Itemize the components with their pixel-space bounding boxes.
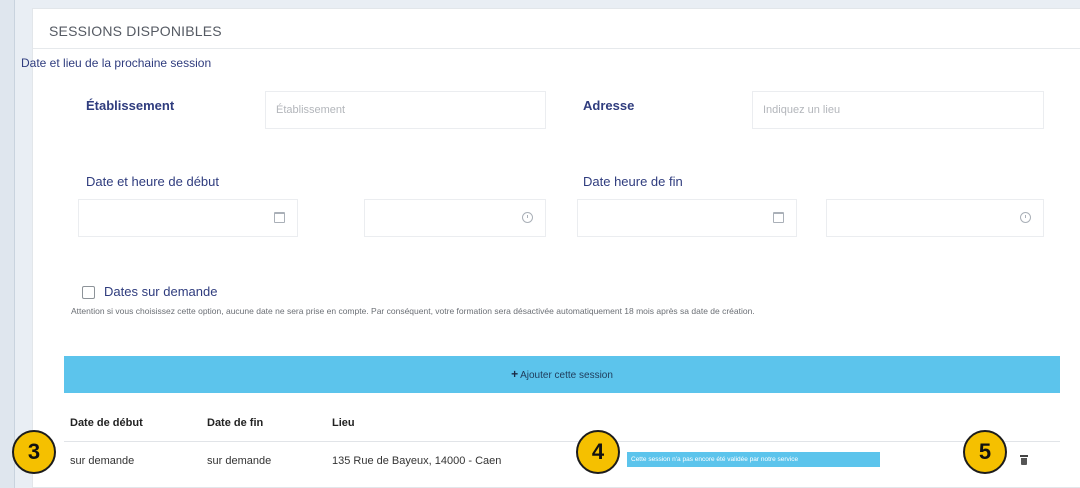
etablissement-label: Établissement [86, 98, 175, 113]
cell-date-debut: sur demande [70, 455, 135, 467]
card-header: SESSIONS DISPONIBLES [33, 9, 1080, 49]
adresse-input[interactable]: Indiquez un lieu [752, 91, 1044, 129]
next-session-subtitle: Date et lieu de la prochaine session [21, 56, 212, 70]
clock-icon[interactable] [1020, 212, 1031, 223]
end-date-input[interactable] [577, 199, 797, 237]
left-panel-divider [14, 0, 15, 488]
cell-lieu: 135 Rue de Bayeux, 14000 - Caen [332, 455, 502, 467]
callout-badge-5: 5 [963, 430, 1007, 474]
end-datetime-label: Date heure de fin [583, 174, 683, 189]
trash-bin [1021, 458, 1027, 465]
callout-badge-3: 3 [12, 430, 56, 474]
adresse-label: Adresse [583, 98, 635, 113]
left-panel-strip [0, 0, 14, 488]
etablissement-input[interactable]: Établissement [265, 91, 546, 129]
sessions-card: SESSIONS DISPONIBLES [32, 8, 1080, 488]
calendar-icon[interactable] [274, 212, 285, 223]
dates-sur-demande-label[interactable]: Dates sur demande [104, 284, 217, 299]
column-header-lieu: Lieu [332, 417, 355, 429]
column-header-date-debut: Date de début [70, 417, 143, 429]
end-time-input[interactable] [826, 199, 1044, 237]
callout-badge-4: 4 [576, 430, 620, 474]
trash-lid [1020, 455, 1028, 457]
column-header-date-fin: Date de fin [207, 417, 264, 429]
etablissement-placeholder: Établissement [276, 104, 346, 116]
add-session-button[interactable]: + Ajouter cette session [64, 356, 1060, 393]
cell-date-fin: sur demande [207, 455, 272, 467]
dates-sur-demande-checkbox[interactable] [82, 286, 95, 299]
start-date-input[interactable] [78, 199, 298, 237]
session-status-badge: Cette session n'a pas encore été validée… [627, 452, 880, 467]
start-datetime-label: Date et heure de début [86, 174, 219, 189]
adresse-placeholder: Indiquez un lieu [763, 104, 841, 116]
section-title: SESSIONS DISPONIBLES [49, 23, 222, 39]
calendar-icon[interactable] [773, 212, 784, 223]
trash-icon[interactable] [1020, 455, 1028, 465]
table-header-divider [64, 441, 1060, 442]
sur-demande-warning: Attention si vous choisissez cette optio… [71, 306, 755, 316]
plus-icon: + [511, 367, 519, 381]
clock-icon[interactable] [522, 212, 533, 223]
add-session-label: Ajouter cette session [520, 370, 613, 381]
start-time-input[interactable] [364, 199, 546, 237]
